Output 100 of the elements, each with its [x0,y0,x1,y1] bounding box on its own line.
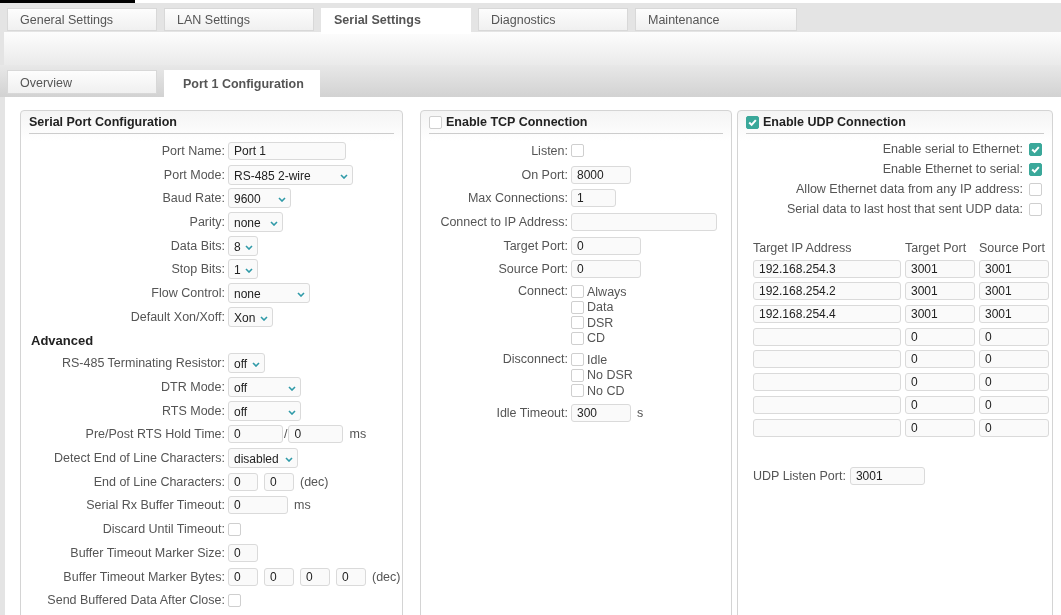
field-label: Idle Timeout: [496,406,568,421]
input-field[interactable]: 8000 [571,165,631,184]
checkbox[interactable] [746,115,759,129]
input-field[interactable]: 3001 [979,305,1049,324]
input-field[interactable]: 300 [571,404,631,423]
dropdown[interactable]: none [228,211,283,232]
tab[interactable]: Overview [7,70,157,94]
input-field[interactable]: 3001 [905,259,975,278]
field-label: Port Name: [161,143,225,158]
input-field[interactable]: 0 [571,236,641,255]
input-field[interactable]: 0 [264,472,294,491]
field-label: Flow Control: [151,285,225,300]
checkbox[interactable] [571,368,584,382]
dropdown[interactable]: off [228,400,301,421]
input-field[interactable]: 0 [979,418,1049,437]
field-label: Listen: [531,143,568,158]
tab[interactable]: Diagnostics [478,8,628,31]
dropdown[interactable]: 9600 [228,188,291,209]
field-label: Baud Rate: [162,191,225,206]
checkbox[interactable] [228,593,241,607]
input-field[interactable]: 0 [979,327,1049,346]
checkbox[interactable] [571,144,584,158]
checkbox[interactable] [1029,142,1042,156]
input-field[interactable]: 3001 [979,282,1049,301]
input-field[interactable]: 0 [979,373,1049,392]
checkbox[interactable] [571,300,584,314]
tab[interactable]: Maintenance [635,8,797,31]
option-label: Serial data to last host that sent UDP data: [786,202,1023,216]
input-field[interactable]: 0 [905,327,975,346]
field-label: Target Port: [503,238,568,253]
checkbox[interactable] [571,384,584,398]
dropdown[interactable]: disabled [228,448,298,469]
tab[interactable]: General Settings [7,8,157,31]
input-field[interactable]: 0 [905,418,975,437]
input-field[interactable]: Port 1 [228,141,346,160]
checkbox[interactable] [571,353,584,367]
column-header: Source Port [979,241,1046,255]
input-field[interactable]: 0 [228,543,258,562]
input-field[interactable]: 1 [571,189,616,208]
dropdown[interactable]: 8 [228,235,258,256]
dropdown[interactable]: Xon [228,306,273,327]
chevron-icon [245,268,253,274]
checkbox[interactable] [571,316,584,330]
field-label: Serial Rx Buffer Timeout: [86,498,225,513]
input-field[interactable]: 0 [288,425,344,444]
panel-title: Enable UDP Connection [763,115,906,129]
tab[interactable]: LAN Settings [164,8,314,31]
panel-title: Enable TCP Connection [446,115,588,129]
field-label: Disconnect: [502,352,568,367]
input-field[interactable]: 3001 [979,259,1049,278]
input-field[interactable] [753,395,901,414]
input-field[interactable]: 192.168.254.3 [753,259,901,278]
checkbox[interactable] [228,522,241,536]
option-label: CD [587,331,606,346]
input-field[interactable]: 3001 [849,466,925,485]
input-field[interactable]: 192.168.254.4 [753,305,901,324]
input-field[interactable]: 0 [905,373,975,392]
input-field[interactable]: 0 [300,567,330,586]
input-field[interactable]: 192.168.254.2 [753,282,901,301]
chevron-icon [297,291,305,297]
input-field[interactable]: 0 [979,395,1049,414]
input-field[interactable]: 0 [905,395,975,414]
field-label: On Port: [521,167,568,182]
checkbox[interactable] [1029,182,1042,196]
chevron-icon [285,457,293,463]
field-label: Connect: [517,284,568,299]
input-field[interactable]: 0 [905,350,975,369]
dropdown[interactable]: none [228,282,310,303]
field-label: Detect End of Line Characters: [54,451,225,466]
input-field[interactable] [571,212,717,231]
input-field[interactable]: 0 [228,496,288,515]
field-label: Port Mode: [163,167,225,182]
checkbox[interactable] [429,115,442,129]
input-field[interactable]: 0 [571,260,641,279]
input-field[interactable]: 0 [228,567,258,586]
input-field[interactable] [753,350,901,369]
dropdown[interactable]: off [228,377,301,398]
tab[interactable]: Serial Settings [321,8,471,34]
section-heading: Advanced [31,332,94,348]
input-field[interactable]: 3001 [905,305,975,324]
dropdown[interactable]: RS-485 2-wire [228,164,353,185]
panel-title: Serial Port Configuration [29,115,177,129]
input-field[interactable]: 3001 [905,282,975,301]
input-field[interactable] [753,327,901,346]
checkbox[interactable] [571,331,584,345]
checkbox[interactable] [1029,202,1042,216]
checkbox[interactable] [571,285,584,299]
input-field[interactable]: 0 [228,425,283,444]
input-field[interactable] [753,418,901,437]
input-field[interactable] [753,373,901,392]
checkbox[interactable] [1029,162,1042,176]
field-label: UDP Listen Port: [753,468,846,483]
input-field[interactable]: 0 [228,472,258,491]
field-label: Connect to IP Address: [440,214,568,229]
input-field[interactable]: 0 [979,350,1049,369]
input-field[interactable]: 0 [264,567,294,586]
input-field[interactable]: 0 [336,567,366,586]
dropdown[interactable]: 1 [228,259,258,280]
option-label: Enable serial to Ethernet: [882,142,1023,156]
dropdown[interactable]: off [228,353,265,374]
